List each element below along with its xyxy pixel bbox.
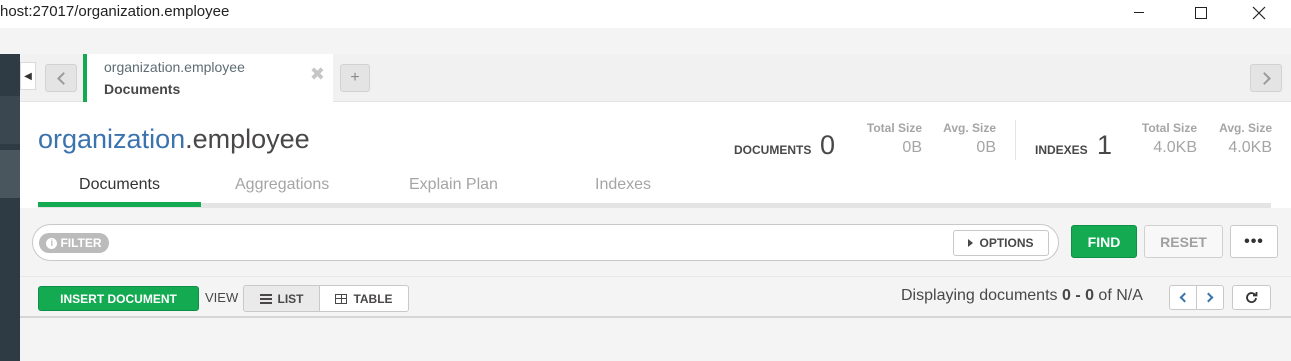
stats-divider xyxy=(1015,120,1016,160)
window-title-bar: host:27017/organization.employee xyxy=(0,0,1291,28)
doc-avg-size-label: Avg. Size xyxy=(943,121,996,135)
indexes-stat-label: Indexes xyxy=(1035,143,1088,157)
idx-avg-size-label: Avg. Size xyxy=(1219,121,1272,135)
documents-action-bar: INSERT DOCUMENT VIEW LIST TABLE Displayi… xyxy=(20,276,1291,318)
new-tab-button[interactable]: + xyxy=(340,64,370,92)
filter-label: FILTER xyxy=(60,236,102,250)
options-label: OPTIONS xyxy=(979,236,1034,250)
idx-total-size-label: Total Size xyxy=(1141,121,1197,135)
refresh-button[interactable] xyxy=(1232,285,1271,310)
chevron-left-icon xyxy=(56,71,70,85)
window-title: host:27017/organization.employee xyxy=(0,3,230,20)
doc-total-size: 0B xyxy=(902,139,922,156)
options-button[interactable]: OPTIONS xyxy=(953,230,1049,256)
paging-prefix: Displaying documents xyxy=(901,287,1062,304)
collection-subtabs: Documents Aggregations Explain Plan Inde… xyxy=(38,172,1271,208)
tab-explain-plan[interactable]: Explain Plan xyxy=(409,176,498,207)
table-label: TABLE xyxy=(353,291,393,306)
chevron-right-icon xyxy=(1203,292,1214,303)
page-prev-button[interactable] xyxy=(1169,285,1197,310)
list-icon xyxy=(259,293,272,304)
info-icon: i xyxy=(46,237,58,249)
list-label: LIST xyxy=(277,291,304,306)
reset-button[interactable]: RESET xyxy=(1144,225,1223,258)
sidebar-section xyxy=(0,96,20,144)
paging-status: Displaying documents 0 - 0 of N/A xyxy=(901,287,1143,305)
sidebar-collapsed xyxy=(0,54,20,361)
paging-range: 0 - 0 xyxy=(1061,287,1094,304)
tab-label: Documents xyxy=(104,81,181,97)
collection-name: .employee xyxy=(185,124,310,154)
page-next-button[interactable] xyxy=(1196,285,1224,310)
query-bar: i FILTER OPTIONS FIND RESET ••• xyxy=(20,208,1291,276)
insert-document-button[interactable]: INSERT DOCUMENT xyxy=(38,286,199,311)
idx-avg-size: 4.0KB xyxy=(1228,139,1272,156)
minimize-button[interactable] xyxy=(1116,0,1162,26)
find-button[interactable]: FIND xyxy=(1071,225,1137,258)
doc-total-size-label: Total Size xyxy=(866,121,922,135)
view-table-button[interactable]: TABLE xyxy=(319,285,409,312)
tab-prev-button[interactable] xyxy=(45,64,77,92)
maximize-icon xyxy=(1195,7,1207,19)
documents-count: 0 xyxy=(820,130,836,160)
paging-suffix: of N/A xyxy=(1093,287,1143,304)
refresh-icon xyxy=(1246,292,1258,303)
doc-avg-size: 0B xyxy=(976,139,996,156)
filter-input[interactable]: i FILTER OPTIONS xyxy=(32,224,1059,261)
caret-right-icon xyxy=(968,239,974,247)
documents-stat-label: Documents xyxy=(734,143,812,157)
tab-close-icon[interactable]: ✖ xyxy=(310,64,325,85)
sidebar-selected-item[interactable] xyxy=(0,150,20,198)
view-label: VIEW xyxy=(205,290,239,305)
minimize-icon xyxy=(1134,11,1144,13)
chevron-left-icon xyxy=(1179,292,1190,303)
table-icon xyxy=(335,293,348,304)
filter-label-pill: i FILTER xyxy=(39,233,109,253)
page-title: organization.employee xyxy=(38,124,310,155)
close-icon xyxy=(1252,6,1266,20)
database-name-link[interactable]: organization xyxy=(38,124,185,154)
view-list-button[interactable]: LIST xyxy=(243,285,320,312)
idx-total-size: 4.0KB xyxy=(1153,139,1197,156)
tab-namespace: organization.employee xyxy=(104,59,245,75)
caret-left-icon: ◀ xyxy=(24,70,32,82)
tab-bar: ◀ organization.employee Documents ✖ + xyxy=(20,54,1291,102)
tab-documents[interactable]: organization.employee Documents ✖ xyxy=(83,54,333,102)
indexes-count: 1 xyxy=(1097,130,1113,160)
sidebar-toggle-button[interactable]: ◀ xyxy=(20,62,36,90)
maximize-button[interactable] xyxy=(1178,0,1224,26)
tab-indexes[interactable]: Indexes xyxy=(595,176,651,207)
tab-next-button[interactable] xyxy=(1250,64,1282,92)
chevron-right-icon xyxy=(1257,71,1271,85)
tab-documents-view[interactable]: Documents xyxy=(38,176,201,207)
tab-aggregations[interactable]: Aggregations xyxy=(235,176,329,207)
close-window-button[interactable] xyxy=(1236,0,1282,26)
more-options-button[interactable]: ••• xyxy=(1230,225,1278,258)
